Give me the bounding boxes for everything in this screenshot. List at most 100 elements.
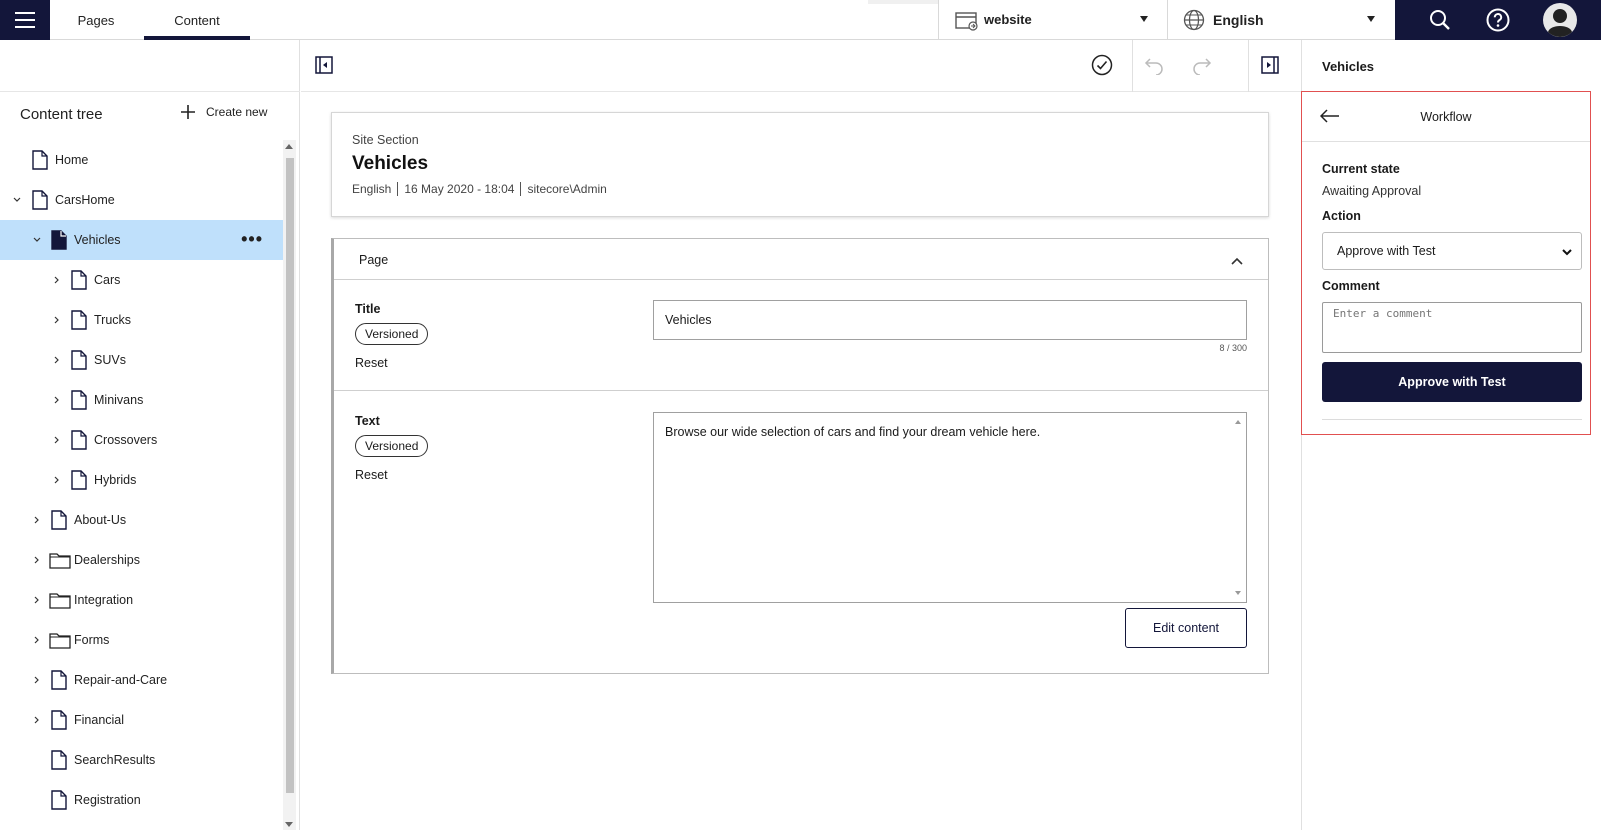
help-icon[interactable] [1483, 0, 1513, 40]
tree-item-integration[interactable]: Integration [0, 580, 283, 620]
tree-item-forms[interactable]: Forms [0, 620, 283, 660]
chevron-right-icon[interactable] [32, 555, 42, 565]
tab-pages[interactable]: Pages [50, 0, 142, 40]
tree-item-label: Minivans [94, 393, 144, 407]
workflow-panel: Workflow Current state Awaiting Approval… [1301, 91, 1591, 435]
globe-icon [1183, 9, 1205, 34]
more-options-icon[interactable]: ••• [241, 229, 263, 250]
action-select[interactable]: Approve with Test [1322, 232, 1582, 270]
tree-item-minivans[interactable]: Minivans [0, 380, 283, 420]
sidebar-toolbar [0, 40, 300, 92]
chevron-right-icon[interactable] [32, 635, 42, 645]
workflow-check-icon[interactable] [1086, 40, 1118, 90]
approve-button[interactable]: Approve with Test [1322, 362, 1582, 402]
tree-item-registration[interactable]: Registration [0, 780, 283, 820]
chevron-down-icon [1140, 16, 1148, 22]
tree-item-label: Home [55, 153, 89, 167]
page-icon [71, 470, 87, 493]
tree-item-repair-and-care[interactable]: Repair-and-Care [0, 660, 283, 700]
page-icon [71, 430, 87, 453]
versioned-badge: Versioned [355, 435, 429, 457]
chevron-right-icon[interactable] [52, 435, 62, 445]
chevron-right-icon[interactable] [52, 395, 62, 405]
tree-item-cars[interactable]: Cars [0, 260, 283, 300]
tree-item-label: Hybrids [94, 473, 137, 487]
chevron-right-icon[interactable] [52, 475, 62, 485]
section-header[interactable]: Page [334, 239, 1268, 280]
tree-item-label: About-Us [74, 513, 127, 527]
tab-content[interactable]: Content [144, 0, 250, 40]
text-area[interactable]: Browse our wide selection of cars and fi… [653, 412, 1247, 603]
page-icon [32, 150, 48, 173]
site-icon [955, 11, 979, 34]
chevron-right-icon[interactable] [32, 675, 42, 685]
chevron-up-icon[interactable] [1230, 253, 1244, 271]
page-icon [71, 310, 87, 333]
tree-item-label: Forms [74, 633, 110, 647]
scroll-down-icon[interactable] [285, 822, 293, 827]
page-icon [51, 670, 67, 693]
tab-pages-label: Pages [77, 12, 115, 28]
tree-item-crossovers[interactable]: Crossovers [0, 420, 283, 460]
workflow-title: Workflow [1420, 110, 1472, 124]
tree-item-home[interactable]: Home [0, 140, 283, 180]
page-icon [71, 390, 87, 413]
text-field: Text Versioned Reset Browse our wide sel… [334, 392, 1268, 672]
tree-item-label: Vehicles [74, 233, 121, 247]
edit-content-button[interactable]: Edit content [1125, 608, 1247, 648]
content-tree-panel: Content tree Create new Home CarsHome Vehi… [0, 40, 300, 830]
collapse-left-panel-icon[interactable] [309, 40, 339, 90]
redo-icon[interactable] [1187, 40, 1217, 90]
item-date: 16 May 2020 - 18:04 [397, 182, 520, 196]
chevron-down-icon[interactable] [32, 235, 42, 245]
language-selector[interactable]: English [1167, 0, 1395, 40]
tree-item-label: Crossovers [94, 433, 158, 447]
tree-item-carshome[interactable]: CarsHome [0, 180, 283, 220]
top-bar: Pages Content website English [0, 0, 1601, 40]
tree-item-financial[interactable]: Financial [0, 700, 283, 740]
reset-link[interactable]: Reset [355, 468, 388, 482]
content-tree-title: Content tree [20, 106, 103, 123]
create-new-button[interactable]: Create new [180, 104, 267, 120]
tree-item-dealerships[interactable]: Dealerships [0, 540, 283, 580]
search-icon[interactable] [1425, 0, 1455, 40]
menu-icon[interactable] [0, 0, 50, 40]
chevron-right-icon[interactable] [32, 595, 42, 605]
page-icon [51, 750, 67, 773]
undo-icon[interactable] [1139, 40, 1169, 90]
reset-link[interactable]: Reset [355, 356, 388, 370]
page-icon [51, 230, 67, 253]
item-meta: English 16 May 2020 - 18:04 sitecore\Adm… [352, 182, 613, 196]
comment-field[interactable] [1322, 302, 1582, 353]
chevron-right-icon[interactable] [52, 315, 62, 325]
chevron-right-icon[interactable] [52, 355, 62, 365]
tree-item-label: SUVs [94, 353, 126, 367]
tree-item-searchresults[interactable]: SearchResults [0, 740, 283, 780]
chevron-right-icon[interactable] [32, 515, 42, 525]
scrollbar-thumb[interactable] [286, 158, 294, 793]
panel-title: Vehicles [1322, 59, 1375, 74]
chevron-down-icon [1561, 246, 1573, 260]
tree-item-vehicles[interactable]: Vehicles ••• [0, 220, 283, 260]
text-area-scrollbar[interactable] [1232, 415, 1244, 600]
scroll-up-icon[interactable] [285, 144, 293, 149]
chevron-down-icon[interactable] [12, 195, 22, 205]
tree-item-label: Dealerships [74, 553, 141, 567]
site-selector[interactable]: website [938, 0, 1168, 40]
char-counter: 8 / 300 [1219, 343, 1247, 353]
content-tree: Home CarsHome Vehicles ••• Cars Trucks SUVs Min… [0, 140, 283, 820]
language-selector-value: English [1213, 12, 1264, 28]
avatar[interactable] [1540, 0, 1580, 40]
tab-content-label: Content [174, 12, 220, 28]
tree-item-about-us[interactable]: About-Us [0, 500, 283, 540]
tree-item-hybrids[interactable]: Hybrids [0, 460, 283, 500]
chevron-right-icon[interactable] [32, 715, 42, 725]
tree-item-label: Repair-and-Care [74, 673, 168, 687]
tree-item-trucks[interactable]: Trucks [0, 300, 283, 340]
tree-item-suvs[interactable]: SUVs [0, 340, 283, 380]
chevron-right-icon[interactable] [52, 275, 62, 285]
page-icon [51, 710, 67, 733]
item-language: English [352, 182, 392, 196]
title-input[interactable]: Vehicles [653, 300, 1247, 340]
collapse-right-panel-icon[interactable] [1255, 40, 1285, 90]
